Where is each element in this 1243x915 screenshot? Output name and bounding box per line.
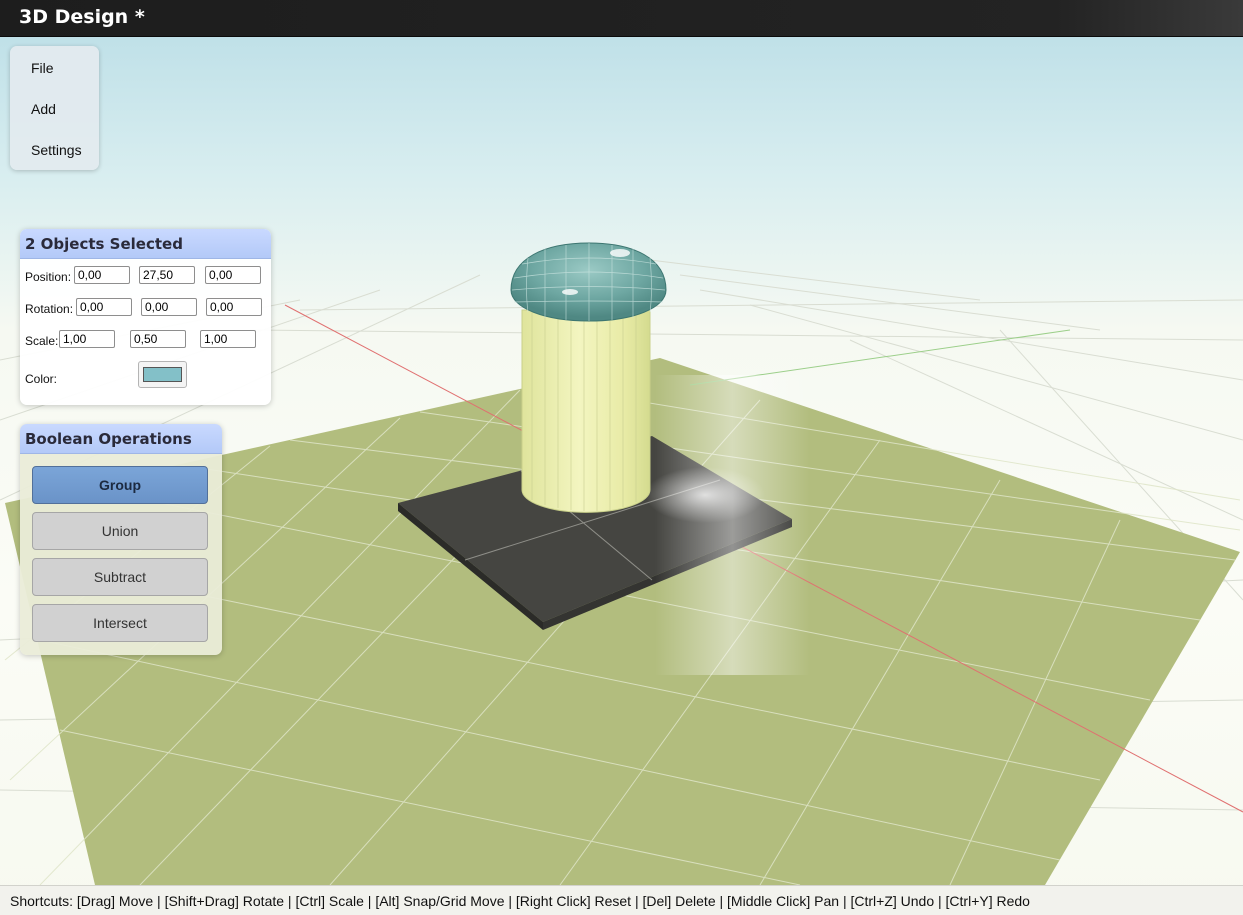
menu-item-file[interactable]: File — [31, 60, 54, 76]
properties-panel: 2 Objects Selected Position: Rotation: S… — [20, 229, 271, 405]
title-bar: 3D Design * — [0, 0, 1243, 37]
properties-panel-title: 2 Objects Selected — [20, 229, 271, 259]
position-z-field[interactable] — [205, 266, 261, 284]
menu-item-settings[interactable]: Settings — [31, 142, 82, 158]
shortcuts-text: Shortcuts: [Drag] Move | [Shift+Drag] Ro… — [10, 893, 1030, 909]
subtract-button[interactable]: Subtract — [32, 558, 208, 596]
rotation-y-field[interactable] — [141, 298, 197, 316]
dome-object[interactable] — [510, 242, 667, 322]
scale-label: Scale: — [25, 334, 59, 348]
rotation-label: Rotation: — [25, 302, 74, 316]
cylinder-object[interactable] — [521, 309, 651, 513]
group-button[interactable]: Group — [32, 466, 208, 504]
main-menu: File Add Settings — [10, 46, 99, 170]
boolean-operations-panel: Boolean Operations Group Union Subtract … — [20, 424, 222, 655]
color-label: Color: — [25, 372, 58, 386]
rotation-z-field[interactable] — [206, 298, 262, 316]
position-label: Position: — [25, 270, 72, 284]
color-swatch — [143, 367, 182, 382]
ghost-highlight — [655, 375, 810, 675]
scale-z-field[interactable] — [200, 330, 256, 348]
intersect-button[interactable]: Intersect — [32, 604, 208, 642]
rotation-x-field[interactable] — [76, 298, 132, 316]
app-title: 3D Design * — [19, 6, 145, 28]
menu-item-add[interactable]: Add — [31, 101, 56, 117]
scale-y-field[interactable] — [130, 330, 186, 348]
position-y-field[interactable] — [139, 266, 195, 284]
boolean-panel-title: Boolean Operations — [20, 424, 222, 454]
scale-x-field[interactable] — [59, 330, 115, 348]
position-x-field[interactable] — [74, 266, 130, 284]
shortcuts-status-bar: Shortcuts: [Drag] Move | [Shift+Drag] Ro… — [0, 885, 1243, 915]
union-button[interactable]: Union — [32, 512, 208, 550]
color-picker-button[interactable] — [138, 361, 187, 388]
